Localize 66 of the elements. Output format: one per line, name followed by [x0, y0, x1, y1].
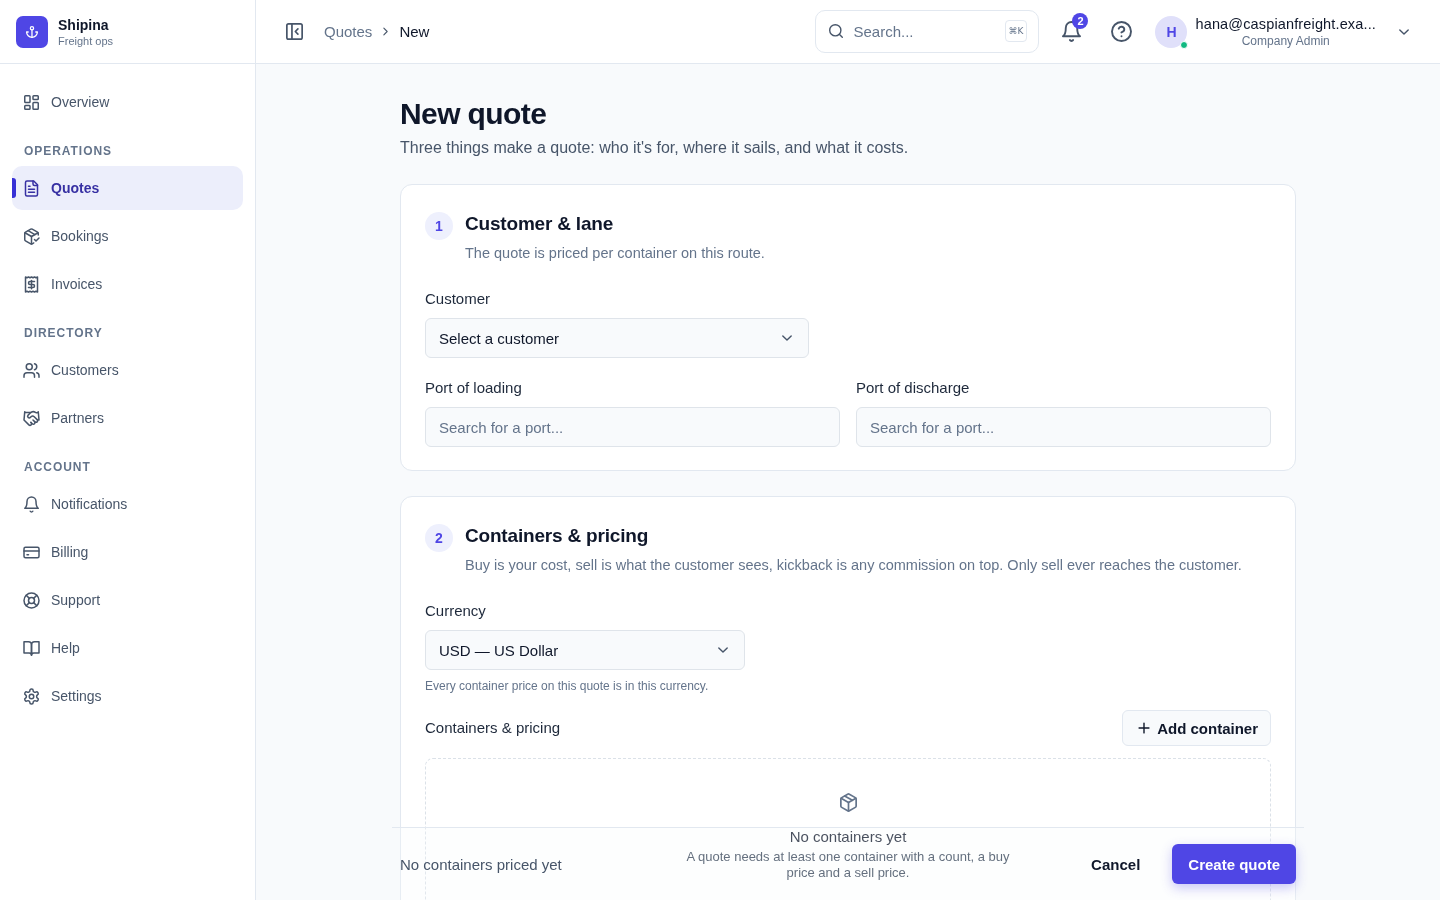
field-label: Port of loading	[425, 378, 523, 398]
help-icon	[1111, 22, 1131, 41]
secondary-button[interactable]: Cancel	[1075, 844, 1157, 884]
book-icon	[24, 640, 39, 656]
section-heading: OPERATIONS	[23, 143, 114, 160]
sidebar-item[interactable]: Partners	[12, 396, 243, 440]
brand-name: Shipina	[58, 15, 110, 34]
settings-icon	[24, 688, 39, 704]
section-title: Customer & lane	[465, 212, 615, 236]
brand-tagline: Freight ops	[58, 33, 114, 48]
user-role: Company Admin	[1241, 32, 1330, 49]
plus-icon	[1137, 721, 1152, 735]
shortcut-hint: ⌘K	[1004, 20, 1028, 42]
field-label: Currency	[425, 601, 487, 621]
section-title: Containers & pricing	[465, 524, 650, 548]
breadcrumb-link[interactable]: Quotes	[324, 23, 373, 40]
currency-select[interactable]: USD — US Dollar	[425, 630, 745, 670]
package-icon	[24, 228, 39, 244]
document-icon	[24, 180, 39, 196]
sidebar-toggle-icon	[285, 23, 303, 40]
field-label: Containers & pricing	[425, 718, 561, 738]
port-field[interactable]: Search for a port...	[856, 407, 1271, 447]
sidebar-item[interactable]: Quotes	[12, 166, 243, 210]
section-description: Buy is your cost, sell is what the customer sees, kickback is any commission on top. Only sell ever reaches the customer.	[465, 556, 1242, 575]
credit-card-icon	[24, 544, 39, 560]
sidebar-item[interactable]: Support	[12, 578, 243, 622]
avatar[interactable]: H	[1155, 15, 1188, 48]
footer-status: No containers priced yet	[400, 855, 562, 873]
sidebar-item[interactable]: Notifications	[12, 482, 243, 526]
page-subtitle: Three things make a quote: who it's for, where it sails, and what it costs.	[400, 138, 910, 158]
user-email: hana@caspianfreight.exa...	[1195, 14, 1376, 33]
step-number: 2	[425, 524, 453, 552]
section-heading: DIRECTORY	[23, 325, 104, 342]
dashboard-icon	[24, 94, 39, 110]
section-heading: ACCOUNT	[23, 459, 92, 476]
receipt-icon	[24, 276, 39, 292]
field-label: Port of discharge	[856, 378, 971, 398]
empty-state-title: No containers yet	[789, 827, 907, 847]
lifebuoy-icon	[24, 592, 39, 608]
field-hint: Every container price on this quote is in this currency.	[425, 678, 710, 694]
package-icon	[839, 794, 857, 811]
active-indicator	[12, 178, 16, 198]
customer-select[interactable]: Select a customer	[425, 318, 809, 358]
sidebar-item[interactable]: Settings	[12, 674, 243, 718]
sidebar-item[interactable]: Invoices	[12, 262, 243, 306]
add-container-button[interactable]: Add container	[1122, 710, 1271, 746]
notifications-button[interactable]: 2	[1053, 13, 1090, 50]
breadcrumb-current: New	[399, 23, 430, 40]
handshake-icon	[24, 410, 39, 426]
port-field[interactable]: Search for a port...	[425, 407, 840, 447]
step-number: 1	[425, 212, 453, 240]
primary-button[interactable]: Create quote	[1172, 844, 1296, 884]
field-label: Customer	[425, 289, 492, 309]
search-icon	[829, 24, 844, 38]
notification-badge: 2	[1072, 12, 1089, 29]
empty-state-text: A quote needs at least one container with a count, a buy price and a sell price.	[685, 849, 1011, 881]
section-description: The quote is priced per container on this route.	[465, 244, 765, 263]
sidebar-item[interactable]: Bookings	[12, 214, 243, 258]
sidebar-item[interactable]: Help	[12, 626, 243, 670]
sidebar-item[interactable]: Customers	[12, 348, 243, 392]
sidebar-item[interactable]: Overview	[12, 80, 243, 124]
sidebar-item[interactable]: Billing	[12, 530, 243, 574]
page-title: New quote	[400, 96, 548, 132]
anchor-logo-icon	[16, 15, 48, 48]
bell-icon	[24, 496, 39, 512]
users-icon	[24, 362, 39, 378]
